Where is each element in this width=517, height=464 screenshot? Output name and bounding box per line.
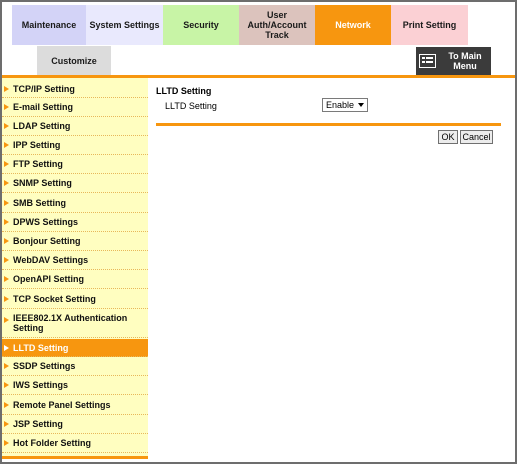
sidebar-item-ftp[interactable]: FTP Setting — [2, 155, 148, 174]
main-menu-icon — [419, 54, 436, 68]
sidebar-item-snmp[interactable]: SNMP Setting — [2, 174, 148, 193]
tab-security[interactable]: Security — [163, 5, 239, 45]
tab-user-auth-label: User Auth/Account Track — [247, 10, 307, 40]
sidebar-item-smb[interactable]: SMB Setting — [2, 193, 148, 213]
tab-system-settings[interactable]: System Settings — [86, 5, 163, 45]
tab-customize-label: Customize — [51, 55, 97, 66]
sidebar-item-bonjour[interactable]: Bonjour Setting — [2, 232, 148, 251]
sidebar-item-openapi[interactable]: OpenAPI Setting — [2, 270, 148, 289]
sidebar-item-label: SSDP Settings — [13, 361, 76, 371]
tab-network-label: Network — [335, 20, 371, 30]
tab-maintenance[interactable]: Maintenance — [12, 5, 86, 45]
arrow-right-icon — [4, 257, 9, 263]
sidebar-item-email[interactable]: E-mail Setting — [2, 98, 148, 117]
tab-security-label: Security — [183, 20, 219, 30]
sidebar-item-iws[interactable]: IWS Settings — [2, 376, 148, 395]
arrow-right-icon — [4, 363, 9, 369]
tab-user-auth-account-track[interactable]: User Auth/Account Track — [239, 5, 315, 45]
sidebar-item-label: SMB Setting — [13, 197, 66, 208]
sidebar-item-ipp[interactable]: IPP Setting — [2, 136, 148, 155]
arrow-right-icon — [4, 123, 9, 129]
sidebar-item-jsp[interactable]: JSP Setting — [2, 415, 148, 434]
tab-maintenance-label: Maintenance — [21, 20, 77, 30]
arrow-right-icon — [4, 276, 9, 282]
arrow-right-icon — [4, 104, 9, 110]
sidebar-item-label: Remote Panel Settings — [13, 399, 111, 410]
sidebar-item-label: WebDAV Settings — [13, 255, 89, 265]
sidebar-item-ssdp[interactable]: SSDP Settings — [2, 357, 148, 376]
arrow-right-icon — [4, 199, 9, 206]
sidebar-item-label: TCP/IP Setting — [13, 83, 75, 94]
sidebar-item-label: IEEE802.1X Authentication Setting — [13, 313, 128, 333]
sidebar-item-webdav[interactable]: WebDAV Settings — [2, 251, 148, 270]
lltd-setting-select[interactable]: Enable — [322, 98, 368, 112]
sidebar-item-lltd[interactable]: LLTD Setting — [2, 339, 148, 357]
sidebar-item-tcp-socket[interactable]: TCP Socket Setting — [2, 289, 148, 309]
arrow-right-icon — [4, 161, 9, 167]
caret-down-icon — [358, 103, 364, 107]
lltd-setting-value: Enable — [326, 100, 355, 110]
arrow-right-icon — [4, 295, 9, 302]
sidebar-item-label: TCP Socket Setting — [13, 293, 96, 304]
sidebar-item-tcpip[interactable]: TCP/IP Setting — [2, 80, 148, 98]
arrow-right-icon — [4, 401, 9, 408]
tab-network[interactable]: Network — [315, 5, 391, 45]
arrow-right-icon — [4, 142, 9, 148]
arrow-right-icon — [4, 440, 9, 446]
sidebar-item-label: OpenAPI Setting — [13, 274, 85, 284]
tab-system-settings-label: System Settings — [89, 20, 160, 30]
sidebar-item-label: FTP Setting — [13, 159, 63, 169]
arrow-right-icon — [4, 85, 9, 92]
to-main-menu-button[interactable]: To Main Menu — [416, 47, 491, 75]
arrow-right-icon — [4, 219, 9, 225]
sidebar-item-label: Hot Folder Setting — [13, 438, 91, 448]
sidebar-item-label: JSP Setting — [13, 419, 63, 429]
content-divider — [156, 123, 501, 126]
sidebar-item-ldap[interactable]: LDAP Setting — [2, 117, 148, 136]
sidebar-item-hot-folder[interactable]: Hot Folder Setting — [2, 434, 148, 453]
cancel-button[interactable]: Cancel — [460, 130, 493, 144]
sidebar-item-ieee8021x[interactable]: IEEE802.1X Authentication Setting — [2, 309, 148, 338]
sidebar-item-label: DPWS Settings — [13, 217, 79, 227]
tab-print-setting[interactable]: Print Setting — [391, 5, 468, 45]
sidebar-item-label: SNMP Setting — [13, 178, 72, 188]
sidebar-bottom-divider — [2, 456, 148, 459]
sidebar-item-label: IPP Setting — [13, 140, 61, 150]
sidebar-item-remote-panel[interactable]: Remote Panel Settings — [2, 395, 148, 415]
sidebar-item-label: IWS Settings — [13, 380, 69, 390]
page-title: LLTD Setting — [156, 86, 212, 96]
arrow-right-icon — [4, 344, 9, 351]
arrow-right-icon — [4, 382, 9, 388]
to-main-menu-label: To Main Menu — [448, 51, 482, 71]
lltd-setting-label: LLTD Setting — [165, 101, 217, 111]
sidebar-item-label: E-mail Setting — [13, 102, 74, 112]
sidebar-item-label: Bonjour Setting — [13, 236, 81, 246]
sidebar-item-dpws[interactable]: DPWS Settings — [2, 213, 148, 232]
sidebar-item-label: LLTD Setting — [13, 342, 69, 353]
arrow-right-icon — [4, 421, 9, 427]
tab-print-setting-label: Print Setting — [402, 20, 457, 30]
arrow-right-icon — [4, 180, 9, 186]
ok-button[interactable]: OK — [438, 130, 458, 144]
arrow-right-icon — [4, 317, 9, 323]
tab-customize[interactable]: Customize — [37, 46, 111, 75]
arrow-right-icon — [4, 238, 9, 244]
sidebar-item-label: LDAP Setting — [13, 121, 71, 131]
